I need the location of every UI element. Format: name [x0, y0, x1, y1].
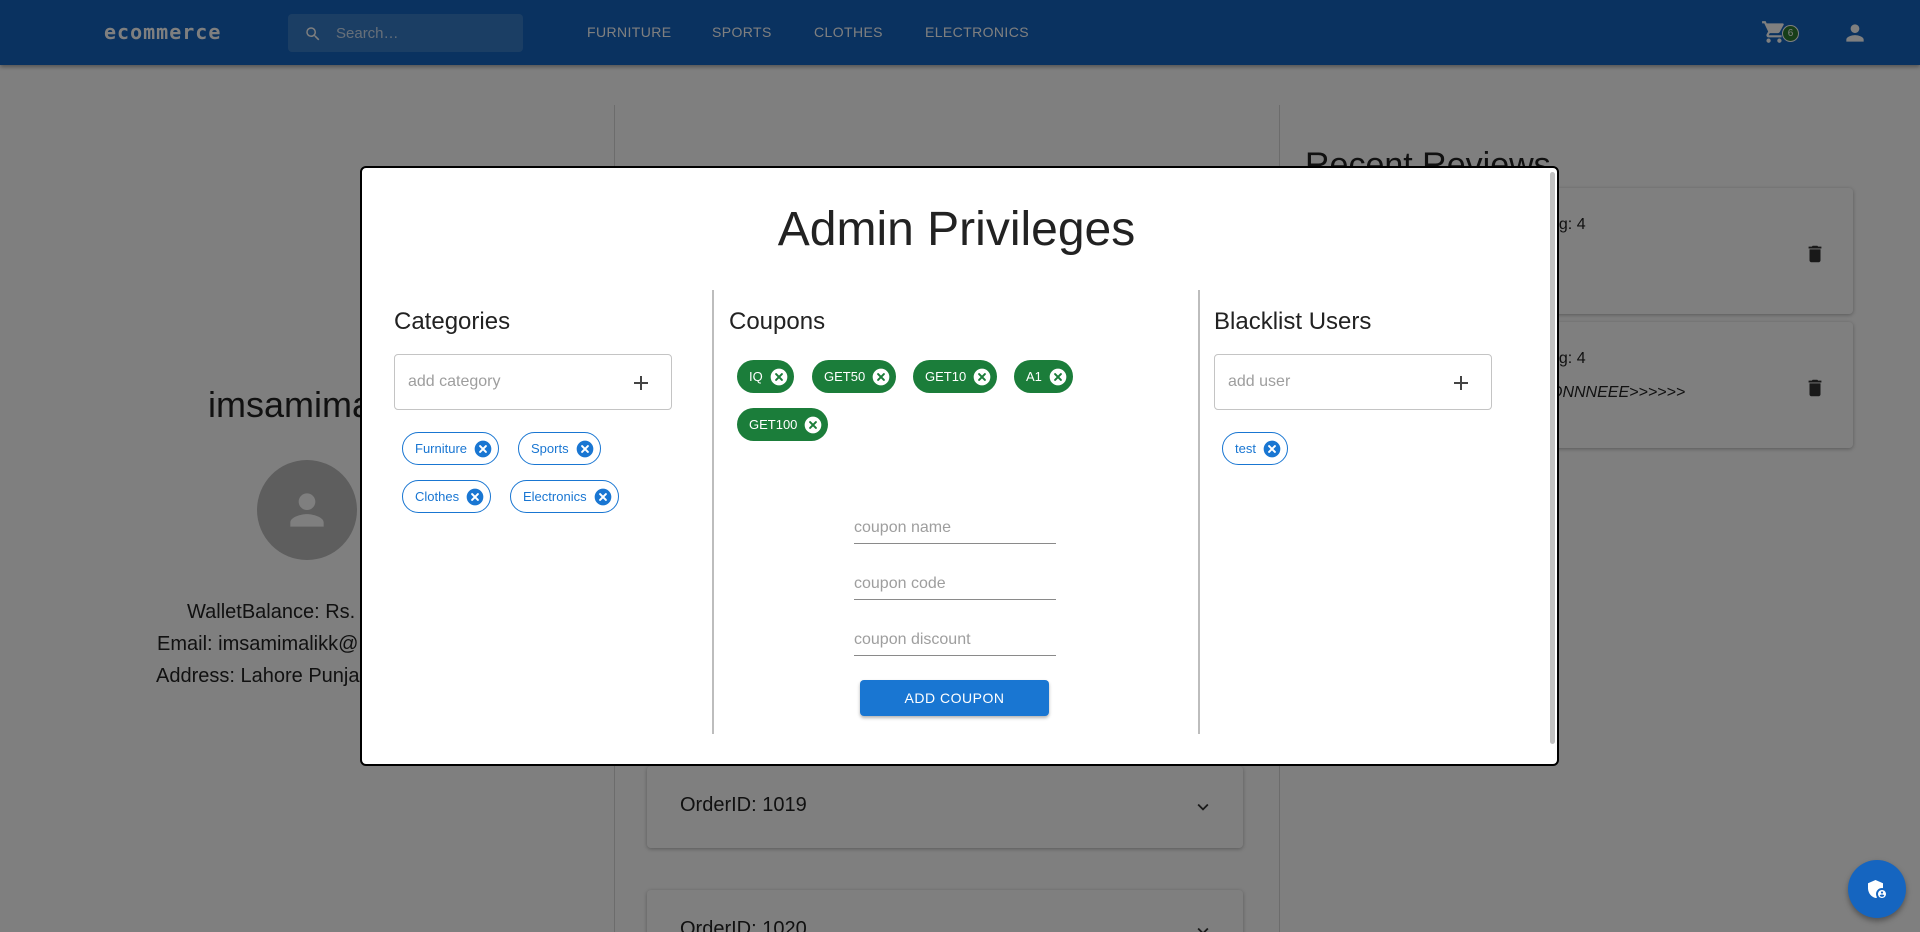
add-user-button[interactable] [1449, 371, 1473, 395]
chip-label: Clothes [415, 489, 460, 504]
blacklist-user-chip[interactable]: test [1222, 432, 1288, 465]
remove-chip-icon[interactable] [1048, 367, 1068, 387]
section-divider [1198, 290, 1200, 734]
add-coupon-button[interactable]: ADD COUPON [860, 680, 1049, 716]
remove-chip-icon[interactable] [803, 415, 823, 435]
section-divider [712, 290, 714, 734]
coupon-chip[interactable]: GET100 [737, 408, 829, 441]
modal-title: Admin Privileges [777, 203, 1136, 256]
admin-privileges-modal: Admin Privileges Categories Furniture Sp… [360, 166, 1559, 766]
chip-label: IQ [749, 369, 763, 384]
category-chip[interactable]: Electronics [510, 480, 619, 513]
category-chip[interactable]: Clothes [402, 480, 492, 513]
add-user-input[interactable] [1228, 355, 1428, 409]
coupon-chip[interactable]: GET10 [913, 360, 998, 393]
coupons-title: Coupons [729, 308, 826, 335]
add-category-button[interactable] [629, 371, 653, 395]
coupon-code-input[interactable] [854, 568, 1056, 600]
add-user-box [1214, 354, 1492, 410]
remove-chip-icon[interactable] [1262, 439, 1282, 459]
coupon-chip[interactable]: A1 [1014, 360, 1073, 393]
remove-chip-icon[interactable] [769, 367, 789, 387]
coupon-chip[interactable]: GET50 [812, 360, 897, 393]
chip-label: Sports [531, 441, 569, 456]
chip-label: A1 [1026, 369, 1042, 384]
chip-label: GET50 [824, 369, 866, 384]
remove-chip-icon[interactable] [465, 487, 485, 507]
add-category-box [394, 354, 672, 410]
remove-chip-icon[interactable] [473, 439, 493, 459]
coupon-discount-input[interactable] [854, 624, 1056, 656]
remove-chip-icon[interactable] [575, 439, 595, 459]
add-category-input[interactable] [408, 355, 608, 409]
category-chip[interactable]: Furniture [402, 432, 500, 465]
categories-title: Categories [394, 308, 511, 335]
chip-label: Furniture [415, 441, 468, 456]
chip-label: GET10 [925, 369, 967, 384]
remove-chip-icon[interactable] [593, 487, 613, 507]
blacklist-title: Blacklist Users [1214, 308, 1372, 335]
remove-chip-icon[interactable] [972, 367, 992, 387]
chip-label: test [1235, 441, 1256, 456]
chip-label: Electronics [523, 489, 587, 504]
chip-label: GET100 [749, 417, 798, 432]
category-chip[interactable]: Sports [518, 432, 601, 465]
remove-chip-icon[interactable] [871, 367, 891, 387]
modal-scrollbar[interactable] [1550, 172, 1555, 744]
coupon-chip[interactable]: IQ [737, 360, 794, 393]
admin-privileges-fab[interactable] [1848, 860, 1906, 918]
coupon-name-input[interactable] [854, 512, 1056, 544]
admin-shield-icon [1868, 880, 1886, 898]
